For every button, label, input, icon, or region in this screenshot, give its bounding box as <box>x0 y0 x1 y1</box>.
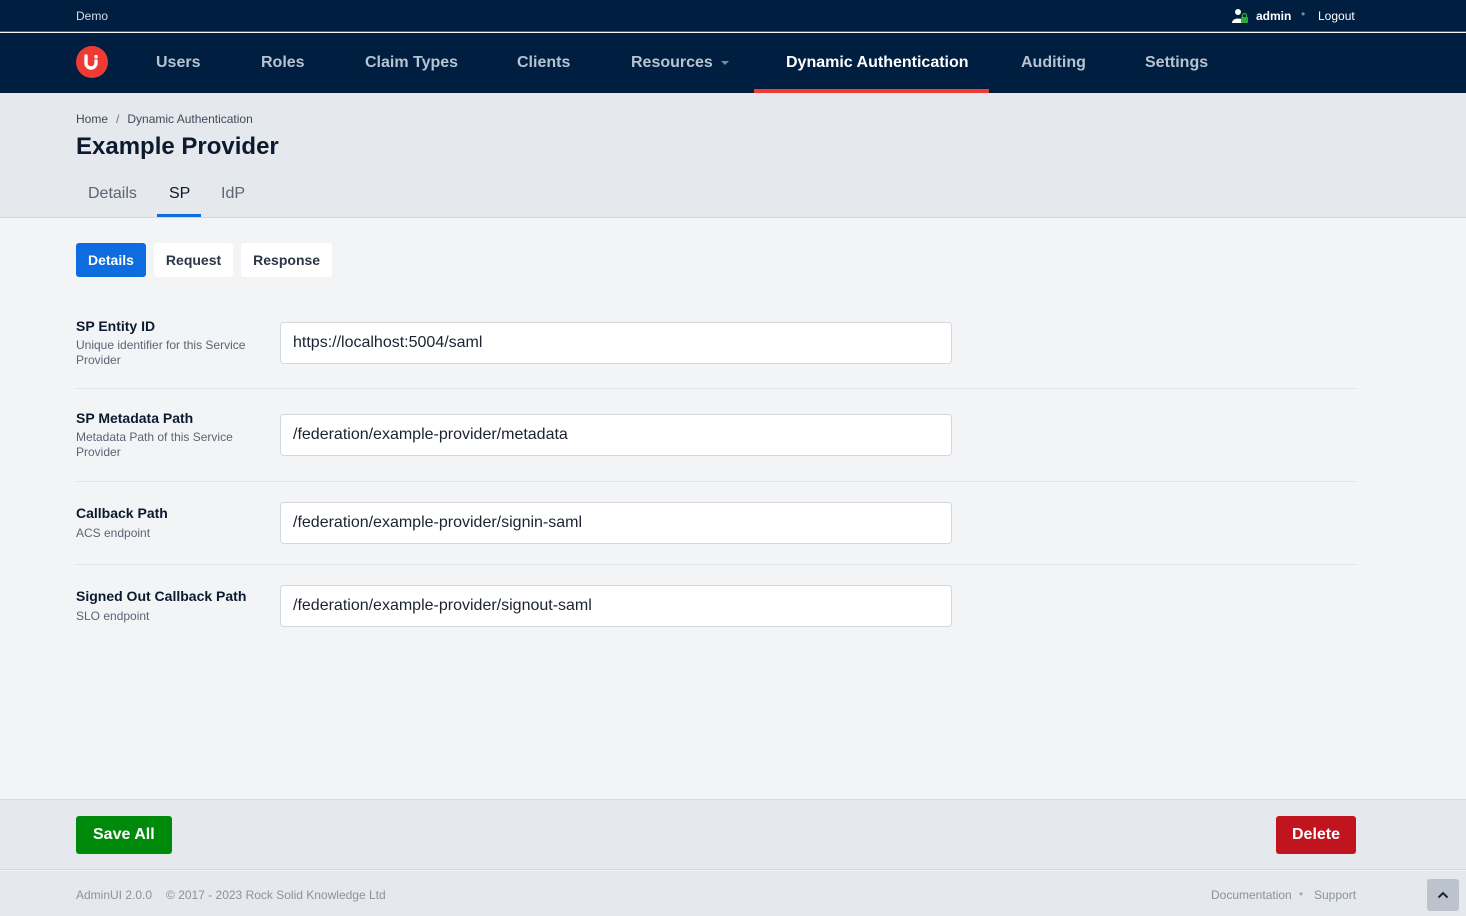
copyright: © 2017 - 2023 Rock Solid Knowledge Ltd <box>166 888 386 902</box>
save-all-button[interactable]: Save All <box>76 816 172 854</box>
field-label: Signed Out Callback Path <box>76 588 247 604</box>
subtab-request[interactable]: Request <box>153 243 234 277</box>
main-nav: Users Roles Claim Types Clients Resource… <box>0 33 1466 93</box>
scroll-to-top-button[interactable] <box>1427 879 1459 911</box>
breadcrumb: Home / Dynamic Authentication <box>76 112 253 126</box>
page-title: Example Provider <box>76 133 279 160</box>
field-label: Callback Path <box>76 505 168 521</box>
subtab-response[interactable]: Response <box>241 243 333 277</box>
tab-details[interactable]: Details <box>88 185 137 203</box>
callback-path-input[interactable] <box>280 502 952 544</box>
field-description: ACS endpoint <box>76 526 151 540</box>
breadcrumb-home[interactable]: Home <box>76 112 108 126</box>
breadcrumb-separator: / <box>116 112 120 126</box>
user-lock-icon <box>1232 8 1248 24</box>
nav-auditing[interactable]: Auditing <box>1021 33 1086 93</box>
field-description: Unique identifier for this Service Provi… <box>76 338 246 367</box>
nav-resources[interactable]: Resources <box>631 33 729 93</box>
field-label: SP Entity ID <box>76 318 156 334</box>
active-tab-indicator <box>157 214 201 217</box>
sp-metadata-path-input[interactable] <box>280 414 952 456</box>
divider <box>76 388 1356 389</box>
nav-claim-types[interactable]: Claim Types <box>365 33 458 93</box>
logout-link[interactable]: Logout <box>1318 9 1355 23</box>
subtab-details[interactable]: Details <box>76 243 146 277</box>
delete-button[interactable]: Delete <box>1276 816 1356 854</box>
nav-users[interactable]: Users <box>156 33 200 93</box>
top-bar: Demo admin • Logout <box>0 0 1466 32</box>
environment-label: Demo <box>76 9 109 23</box>
breadcrumb-current[interactable]: Dynamic Authentication <box>127 112 252 126</box>
divider <box>76 564 1356 565</box>
tab-idp[interactable]: IdP <box>221 185 245 203</box>
page-header: Home / Dynamic Authentication Example Prov… <box>0 93 1466 218</box>
footer: AdminUI 2.0.0 © 2017 - 2023 Rock Solid K… <box>0 871 1466 916</box>
chevron-up-icon <box>1437 891 1449 899</box>
tab-sp[interactable]: SP <box>169 185 190 203</box>
support-link[interactable]: Support <box>1314 888 1356 902</box>
user-name-link[interactable]: admin <box>1256 9 1291 23</box>
caret-down-icon <box>720 60 729 65</box>
field-description: Metadata Path of this Service Provider <box>76 430 233 459</box>
field-description: SLO endpoint <box>76 609 150 623</box>
field-label: SP Metadata Path <box>76 410 194 426</box>
nav-settings[interactable]: Settings <box>1145 33 1208 93</box>
documentation-link[interactable]: Documentation <box>1211 888 1292 902</box>
sub-tabs: Details Request Response <box>76 243 333 277</box>
footer-separator: • <box>1299 887 1304 901</box>
signed-out-callback-path-input[interactable] <box>280 585 952 627</box>
sp-entity-id-input[interactable] <box>280 322 952 364</box>
nav-resources-label: Resources <box>631 54 713 71</box>
action-bar: Save All Delete <box>0 799 1466 870</box>
divider <box>76 481 1356 482</box>
app-logo[interactable] <box>76 46 108 78</box>
nav-clients[interactable]: Clients <box>517 33 570 93</box>
nav-dynamic-authentication[interactable]: Dynamic Authentication <box>786 33 969 93</box>
app-version: AdminUI 2.0.0 <box>76 888 153 902</box>
separator-dot: • <box>1301 7 1306 21</box>
nav-roles[interactable]: Roles <box>261 33 305 93</box>
